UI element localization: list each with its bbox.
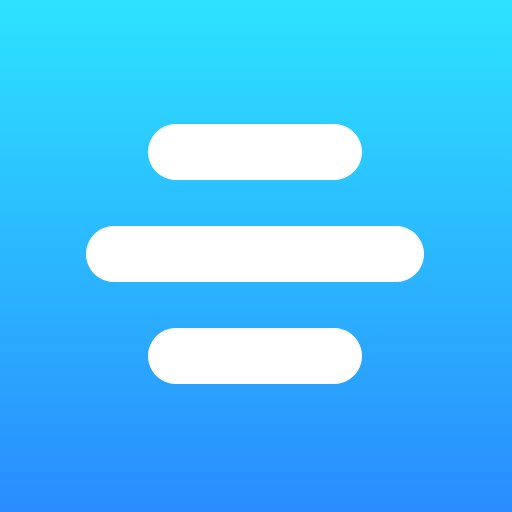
icon-bar-top bbox=[148, 124, 362, 180]
app-icon bbox=[0, 0, 512, 512]
icon-bar-bottom bbox=[148, 328, 362, 384]
icon-bar-middle bbox=[86, 226, 424, 282]
